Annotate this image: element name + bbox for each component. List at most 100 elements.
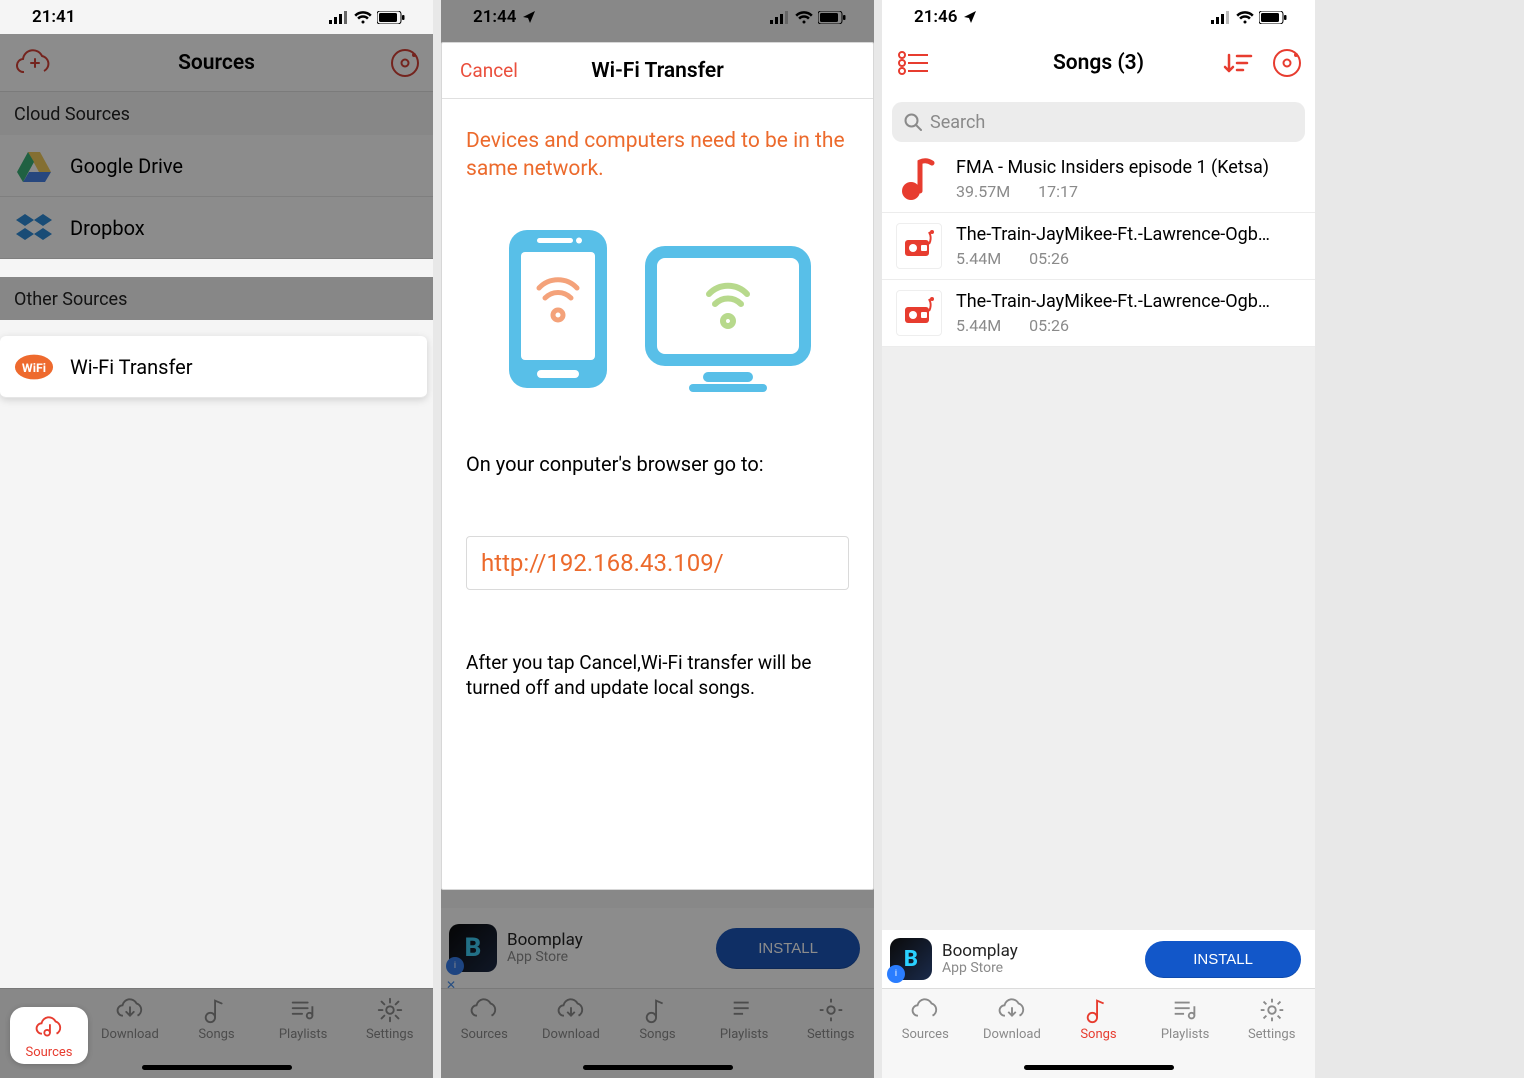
nav-header: Sources (0, 34, 433, 92)
search-input[interactable]: Search (892, 102, 1305, 142)
status-time: 21:46 (914, 7, 957, 27)
instruction-text: On your conputer's browser go to: (466, 452, 849, 476)
computer-illustration-icon (643, 244, 813, 394)
wifi-icon (795, 11, 813, 24)
ad-subtitle: App Store (942, 960, 1135, 976)
tab-label: Download (542, 1027, 600, 1042)
ad-banner[interactable]: B i ✕ Boomplay App Store INSTALL (441, 908, 874, 988)
phone-illustration-icon (503, 224, 613, 394)
tab-sources[interactable]: Sources (882, 995, 969, 1078)
location-icon (963, 10, 977, 24)
signal-icon (1211, 11, 1231, 24)
list-view-icon[interactable] (898, 51, 930, 75)
phone-screen-wifi-transfer: 21:44 Cancel Wi-Fi Transfer Devices and … (441, 0, 874, 1078)
now-playing-icon[interactable] (1271, 47, 1303, 79)
home-indicator (142, 1065, 292, 1070)
song-duration: 05:26 (1029, 249, 1069, 268)
ad-title: Boomplay (942, 942, 1135, 961)
phone-screen-sources: 21:41 Sources Cloud Sources Google Drive (0, 0, 433, 1078)
phone-screen-songs: 21:46 Songs (3) Search (882, 0, 1315, 1078)
song-row[interactable]: FMA - Music Insiders episode 1 (Ketsa) 3… (882, 146, 1315, 213)
song-title: The-Train-JayMikee-Ft.-Lawrence-Ogb… (956, 291, 1301, 312)
tab-label: Settings (1248, 1027, 1295, 1042)
status-time: 21:41 (32, 7, 75, 27)
row-google-drive[interactable]: Google Drive (0, 135, 433, 197)
tab-label: Settings (807, 1027, 854, 1042)
status-bar: 21:46 (882, 0, 1315, 34)
tab-label: Playlists (1161, 1027, 1209, 1042)
tab-sources[interactable]: Sources (10, 1007, 88, 1064)
wifi-transfer-modal: Cancel Wi-Fi Transfer Devices and comput… (441, 42, 874, 890)
tab-label: Songs (639, 1027, 675, 1042)
song-size: 5.44M (956, 249, 1001, 268)
tab-label: Download (983, 1027, 1041, 1042)
cloud-add-icon[interactable] (16, 49, 54, 77)
row-label: Google Drive (70, 154, 183, 178)
battery-icon (818, 11, 846, 24)
search-placeholder: Search (930, 112, 985, 133)
song-row[interactable]: The-Train-JayMikee-Ft.-Lawrence-Ogb… 5.4… (882, 280, 1315, 347)
row-wifi-transfer[interactable]: WiFi Wi-Fi Transfer (0, 336, 427, 398)
status-time: 21:44 (473, 7, 516, 27)
signal-icon (770, 11, 790, 24)
after-cancel-text: After you tap Cancel,Wi-Fi transfer will… (466, 650, 849, 701)
page-title: Sources (178, 51, 255, 75)
song-title: The-Train-JayMikee-Ft.-Lawrence-Ogb… (956, 224, 1301, 245)
svg-text:WiFi: WiFi (22, 361, 46, 375)
tab-label: Songs (1080, 1027, 1116, 1042)
tab-label: Settings (366, 1027, 413, 1042)
tab-label: Playlists (720, 1027, 768, 1042)
wifi-icon (354, 11, 372, 24)
song-title: FMA - Music Insiders episode 1 (Ketsa) (956, 157, 1301, 178)
tab-label: Sources (902, 1027, 949, 1042)
ad-title: Boomplay (507, 931, 706, 950)
song-size: 5.44M (956, 316, 1001, 335)
song-size: 39.57M (956, 182, 1010, 201)
song-video-icon (896, 223, 942, 269)
location-icon (522, 10, 536, 24)
modal-title: Wi-Fi Transfer (591, 59, 724, 83)
network-warning: Devices and computers need to be in the … (466, 127, 849, 184)
dropbox-icon (14, 208, 54, 248)
status-bar: 21:41 (0, 0, 433, 34)
transfer-url[interactable]: http://192.168.43.109/ (466, 536, 849, 590)
song-duration: 17:17 (1038, 182, 1078, 201)
sort-icon[interactable] (1223, 51, 1253, 75)
signal-icon (329, 11, 349, 24)
tab-settings[interactable]: Settings (787, 995, 874, 1078)
tab-settings[interactable]: Settings (346, 995, 433, 1078)
section-other-sources: Other Sources (0, 277, 433, 320)
cancel-button[interactable]: Cancel (460, 59, 518, 82)
wifi-transfer-icon: WiFi (14, 347, 54, 387)
modal-header: Cancel Wi-Fi Transfer (442, 43, 873, 99)
section-cloud-sources: Cloud Sources (0, 92, 433, 135)
row-dropbox[interactable]: Dropbox (0, 197, 433, 259)
tab-label: Sources (26, 1045, 73, 1060)
song-duration: 05:26 (1029, 316, 1069, 335)
devices-illustration (466, 224, 849, 394)
song-row[interactable]: The-Train-JayMikee-Ft.-Lawrence-Ogb… 5.4… (882, 213, 1315, 280)
tab-sources[interactable]: Sources (441, 995, 528, 1078)
ad-install-button[interactable]: INSTALL (1145, 941, 1301, 978)
tab-label: Sources (461, 1027, 508, 1042)
battery-icon (1259, 11, 1287, 24)
home-indicator (583, 1065, 733, 1070)
song-video-icon (896, 290, 942, 336)
ad-info-badge[interactable]: i (446, 957, 464, 975)
tab-settings[interactable]: Settings (1228, 995, 1315, 1078)
row-label: Dropbox (70, 216, 145, 240)
nav-header: Songs (3) (882, 34, 1315, 92)
google-drive-icon (14, 146, 54, 186)
ad-install-button[interactable]: INSTALL (716, 928, 860, 969)
ad-banner[interactable]: B i Boomplay App Store INSTALL (882, 930, 1315, 988)
page-title: Songs (3) (1053, 51, 1144, 75)
tab-label: Playlists (279, 1027, 327, 1042)
row-label: Wi-Fi Transfer (70, 355, 193, 379)
now-playing-icon[interactable] (389, 47, 421, 79)
home-indicator (1024, 1065, 1174, 1070)
ad-info-badge[interactable]: i (887, 965, 905, 983)
song-audio-icon (896, 156, 942, 202)
wifi-icon (1236, 11, 1254, 24)
ad-subtitle: App Store (507, 949, 706, 965)
battery-icon (377, 11, 405, 24)
